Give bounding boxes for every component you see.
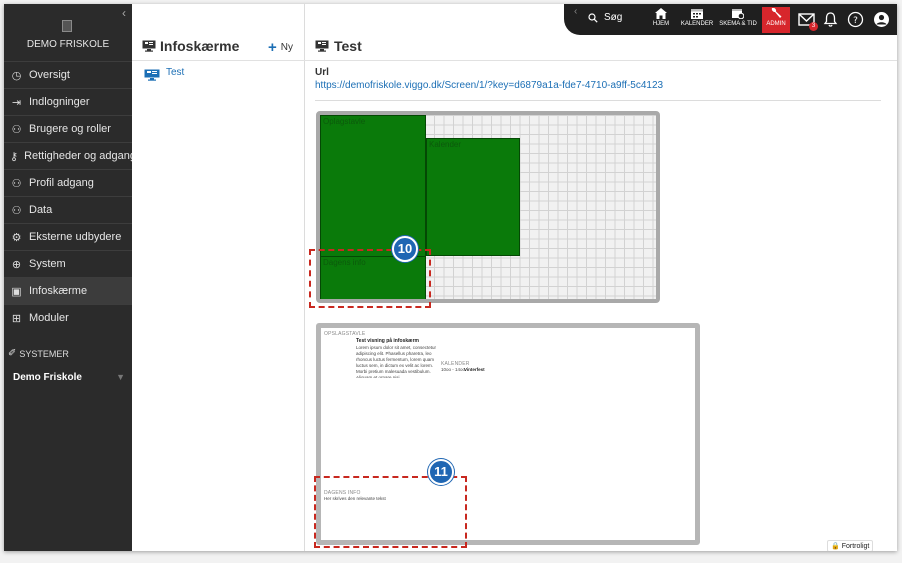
- list-item-label: Test: [166, 67, 185, 78]
- message-count-badge: 3: [809, 22, 818, 31]
- list-title: Infoskærme: [142, 38, 239, 54]
- sidebar-item-rettigheder-og-adgang[interactable]: ⚷ Rettigheder og adgang: [4, 142, 132, 169]
- plus-icon: +: [268, 39, 277, 56]
- dashboard-icon: ◷: [11, 69, 22, 82]
- sidebar-item-profil-adgang[interactable]: ⚇ Profil adgang: [4, 169, 132, 196]
- help-icon[interactable]: ?: [847, 11, 864, 28]
- detail-title-label: Test: [334, 38, 362, 54]
- users-icon: ⚇: [11, 123, 22, 136]
- preview-post-title: Test visning på infoskærm: [356, 338, 419, 344]
- list-title-label: Infoskærme: [160, 38, 240, 54]
- sidebar-item-label: Oversigt: [29, 69, 70, 81]
- lock-icon: 🔒: [831, 543, 840, 550]
- sidebar-item-infoskærme[interactable]: ▣ Infoskærme: [4, 277, 132, 304]
- new-screen-button[interactable]: + Ny: [268, 39, 293, 56]
- data-icon: ⚇: [11, 204, 22, 217]
- key-icon: ⚷: [10, 150, 19, 163]
- organization-name: Demo Friskole: [13, 372, 82, 383]
- systems-heading: ✐ SYSTEMER: [8, 348, 69, 359]
- search-label: Søg: [604, 12, 623, 23]
- schedule-icon: [732, 9, 744, 19]
- modules-icon: ⊞: [11, 312, 22, 325]
- plug-icon: ✐: [8, 348, 17, 359]
- sidebar-item-label: Data: [29, 204, 53, 216]
- sidebar-item-label: Brugere og roller: [29, 123, 111, 135]
- list-item[interactable]: Test: [144, 67, 184, 81]
- confidential-label: Fortroligt: [841, 542, 870, 550]
- sidebar-item-label: Rettigheder og adgang: [24, 150, 132, 162]
- calendar-button[interactable]: KALENDER: [678, 7, 716, 33]
- sidebar-item-label: Eksterne udbydere: [29, 231, 122, 243]
- sidebar: ‹ DEMO FRISKOLE ◷ Oversigt ⇥ Indlogninger ⚇ B…: [4, 4, 132, 551]
- search-icon: [588, 12, 598, 23]
- infoscreen-list: Infoskærme + Ny Test: [132, 4, 305, 551]
- sidebar-item-label: Infoskærme: [29, 285, 88, 297]
- zone-label: Oplagstavle: [323, 117, 366, 126]
- svg-text:?: ?: [853, 16, 858, 26]
- monitor-icon: [144, 69, 160, 81]
- preview-bulletin-heading: OPSLAGSTAVLE: [324, 331, 366, 337]
- profile-access-icon: ⚇: [11, 177, 22, 190]
- sidebar-item-data[interactable]: ⚇ Data: [4, 196, 132, 223]
- wrench-icon: [771, 8, 782, 18]
- detail-panel: Test Url https://demofriskole.viggo.dk/S…: [305, 4, 897, 551]
- collapse-sidebar-icon[interactable]: ‹: [122, 6, 126, 20]
- sidebar-item-label: System: [29, 258, 66, 270]
- callout-10: 10: [392, 236, 418, 262]
- school-logo: [62, 20, 72, 32]
- annotation-box-11: [314, 476, 467, 548]
- app-window: ‹ DEMO FRISKOLE ◷ Oversigt ⇥ Indlogninger ⚇ B…: [4, 4, 897, 551]
- monitor-icon: [142, 40, 156, 52]
- schedule-button[interactable]: SKEMA & TID: [717, 7, 759, 33]
- sidebar-item-label: Indlogninger: [29, 96, 90, 108]
- home-label: HJEM: [652, 21, 670, 27]
- preview-post-body: Lorem ipsum dolor sit amet, consectetur …: [356, 345, 437, 378]
- chevron-left-icon[interactable]: ‹: [574, 6, 577, 17]
- confidential-badge: 🔒 Fortroligt: [827, 540, 874, 551]
- divider: [315, 100, 881, 101]
- sidebar-item-oversigt[interactable]: ◷ Oversigt: [4, 61, 132, 88]
- top-bar: ‹ Søg HJEM KALENDER SKEMA & TID ADMIN 3 …: [564, 4, 897, 35]
- sidebar-item-system[interactable]: ⊕ System: [4, 250, 132, 277]
- new-screen-label: Ny: [280, 42, 293, 53]
- sidebar-item-moduler[interactable]: ⊞ Moduler: [4, 304, 132, 331]
- search-button[interactable]: Søg: [588, 12, 622, 23]
- globe-icon: ⊕: [11, 258, 22, 271]
- calendar-label: KALENDER: [680, 21, 714, 27]
- detail-title: Test: [315, 38, 362, 54]
- admin-button[interactable]: ADMIN: [762, 7, 790, 33]
- home-icon: [655, 8, 667, 19]
- external-providers-icon: ⚙: [11, 231, 22, 244]
- sidebar-item-brugere-og-roller[interactable]: ⚇ Brugere og roller: [4, 115, 132, 142]
- bell-icon[interactable]: [822, 11, 839, 28]
- sidebar-item-eksterne-udbydere[interactable]: ⚙ Eksterne udbydere: [4, 223, 132, 250]
- callout-11: 11: [428, 459, 454, 485]
- preview-calendar-event: Vinterfest: [464, 367, 485, 372]
- home-button[interactable]: HJEM: [648, 7, 674, 33]
- screen-url-link[interactable]: https://demofriskole.viggo.dk/Screen/1/?…: [315, 80, 663, 91]
- admin-label: ADMIN: [766, 21, 786, 27]
- sidebar-item-label: Profil adgang: [29, 177, 94, 189]
- monitor-icon: [315, 40, 329, 52]
- sidebar-item-indlogninger[interactable]: ⇥ Indlogninger: [4, 88, 132, 115]
- sidebar-menu: ◷ Oversigt ⇥ Indlogninger ⚇ Brugere og roller…: [4, 61, 132, 331]
- schedule-label: SKEMA & TID: [719, 21, 757, 27]
- login-icon: ⇥: [11, 96, 22, 109]
- sidebar-item-label: Moduler: [29, 312, 69, 324]
- dropdown-arrow-icon: ▼: [116, 372, 125, 382]
- divider: [305, 60, 897, 61]
- preview-calendar-time: 10oo - 14oo: [441, 367, 466, 372]
- user-icon[interactable]: [873, 11, 890, 28]
- school-name: DEMO FRISKOLE: [26, 39, 110, 50]
- calendar-icon: [691, 9, 703, 19]
- divider: [132, 60, 305, 61]
- url-label: Url: [315, 67, 329, 78]
- zone-calendar[interactable]: Kalender: [426, 138, 520, 256]
- organization-selector[interactable]: Demo Friskole ▼: [13, 372, 125, 383]
- zone-label: Kalender: [429, 140, 462, 149]
- systems-heading-label: SYSTEMER: [19, 348, 69, 359]
- monitor-icon: ▣: [11, 285, 22, 298]
